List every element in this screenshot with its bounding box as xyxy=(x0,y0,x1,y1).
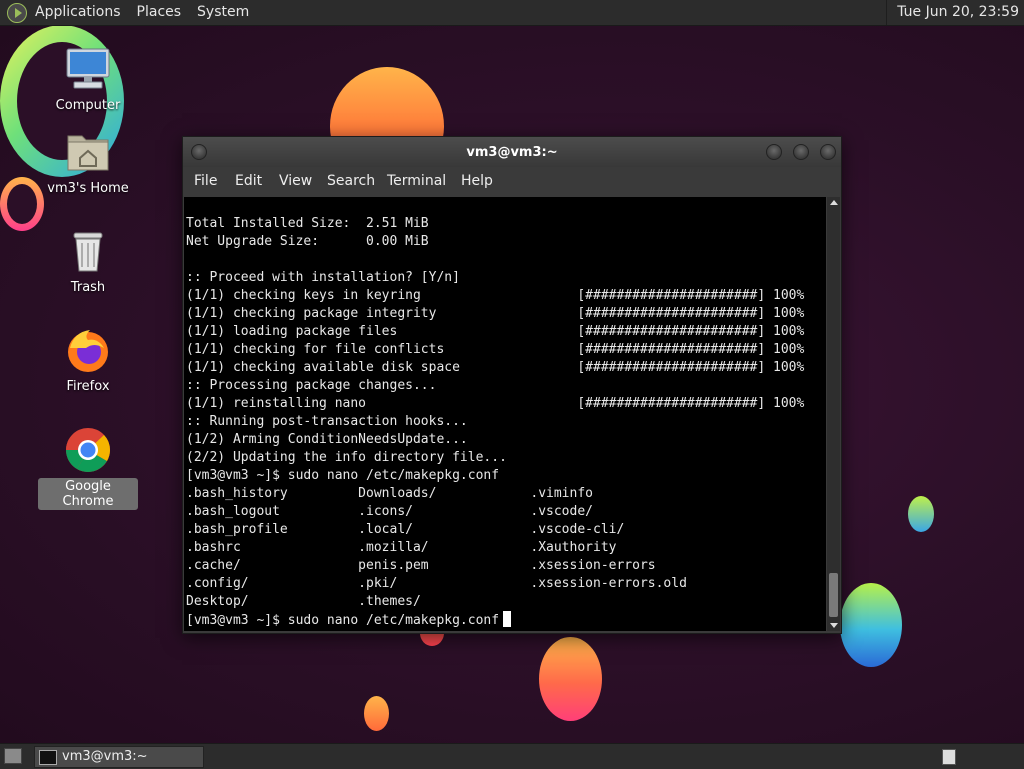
menu-terminal[interactable]: Terminal xyxy=(387,173,446,189)
desktop-icon-trash[interactable]: Trash xyxy=(38,227,138,296)
computer-icon xyxy=(64,45,112,93)
terminal-window[interactable]: vm3@vm3:~ File Edit View Search Terminal… xyxy=(182,136,842,634)
terminal-cursor xyxy=(503,611,512,627)
menu-search[interactable]: Search xyxy=(327,173,375,189)
desktop-icon-label: vm3's Home xyxy=(47,181,129,196)
desktop-icon-computer[interactable]: Computer xyxy=(38,45,138,114)
wallpaper-small-blue-blob xyxy=(908,496,934,532)
scroll-up-arrow-icon[interactable] xyxy=(830,200,838,205)
firefox-icon xyxy=(64,326,112,374)
desktop-icon-chrome[interactable]: Google Chrome xyxy=(38,426,138,510)
system-menu[interactable]: System xyxy=(197,0,249,25)
places-menu[interactable]: Places xyxy=(137,0,182,25)
terminal-menubar: File Edit View Search Terminal Help xyxy=(183,167,841,195)
desktop-icon-label: Firefox xyxy=(66,379,110,394)
desktop-icon-home[interactable]: vm3's Home xyxy=(38,128,138,197)
bottom-panel: vm3@vm3:~ xyxy=(0,743,1024,769)
applications-menu[interactable]: Applications xyxy=(35,0,121,25)
terminal-prompt-line: [vm3@vm3 ~]$ sudo nano /etc/makepkg.conf xyxy=(186,613,500,628)
taskbar-item-label: vm3@vm3:~ xyxy=(62,749,148,764)
maximize-button[interactable] xyxy=(793,144,809,160)
top-panel: Applications Places System Tue Jun 20, 2… xyxy=(0,0,1024,26)
terminal-screen[interactable]: Total Installed Size: 2.51 MiB Net Upgra… xyxy=(184,197,826,631)
terminal-output-lines: Total Installed Size: 2.51 MiB Net Upgra… xyxy=(186,216,805,609)
window-title: vm3@vm3:~ xyxy=(466,145,558,160)
window-titlebar[interactable]: vm3@vm3:~ xyxy=(183,137,841,167)
show-desktop-icon[interactable] xyxy=(4,748,22,764)
menu-view[interactable]: View xyxy=(279,173,312,189)
home-folder-icon xyxy=(64,128,112,176)
menu-help[interactable]: Help xyxy=(461,173,493,189)
wallpaper-orange-bottom-blob xyxy=(539,637,602,721)
scroll-down-arrow-icon[interactable] xyxy=(830,623,838,628)
wallpaper-blue-blob xyxy=(840,583,902,667)
distro-logo-icon[interactable] xyxy=(7,2,27,23)
chrome-icon xyxy=(64,426,112,474)
desktop-icon-firefox[interactable]: Firefox xyxy=(38,326,138,395)
terminal-icon xyxy=(39,750,57,765)
wallpaper-tiny-orange-blob xyxy=(364,696,389,731)
terminal-scrollbar[interactable] xyxy=(827,197,840,631)
menu-file[interactable]: File xyxy=(194,173,217,189)
desktop-icon-label: Google Chrome xyxy=(38,478,138,510)
workspace-switcher[interactable] xyxy=(942,749,956,765)
minimize-button[interactable] xyxy=(766,144,782,160)
terminal-output: Total Installed Size: 2.51 MiB Net Upgra… xyxy=(186,215,804,630)
desktop-icon-label: Trash xyxy=(70,280,106,295)
desktop-icon-label: Computer xyxy=(55,98,121,113)
taskbar-item-terminal[interactable]: vm3@vm3:~ xyxy=(34,746,204,768)
close-button[interactable] xyxy=(820,144,836,160)
menu-edit[interactable]: Edit xyxy=(235,173,262,189)
trash-icon xyxy=(64,227,112,275)
clock[interactable]: Tue Jun 20, 23:59 xyxy=(886,0,1019,25)
scrollbar-thumb[interactable] xyxy=(829,573,838,617)
